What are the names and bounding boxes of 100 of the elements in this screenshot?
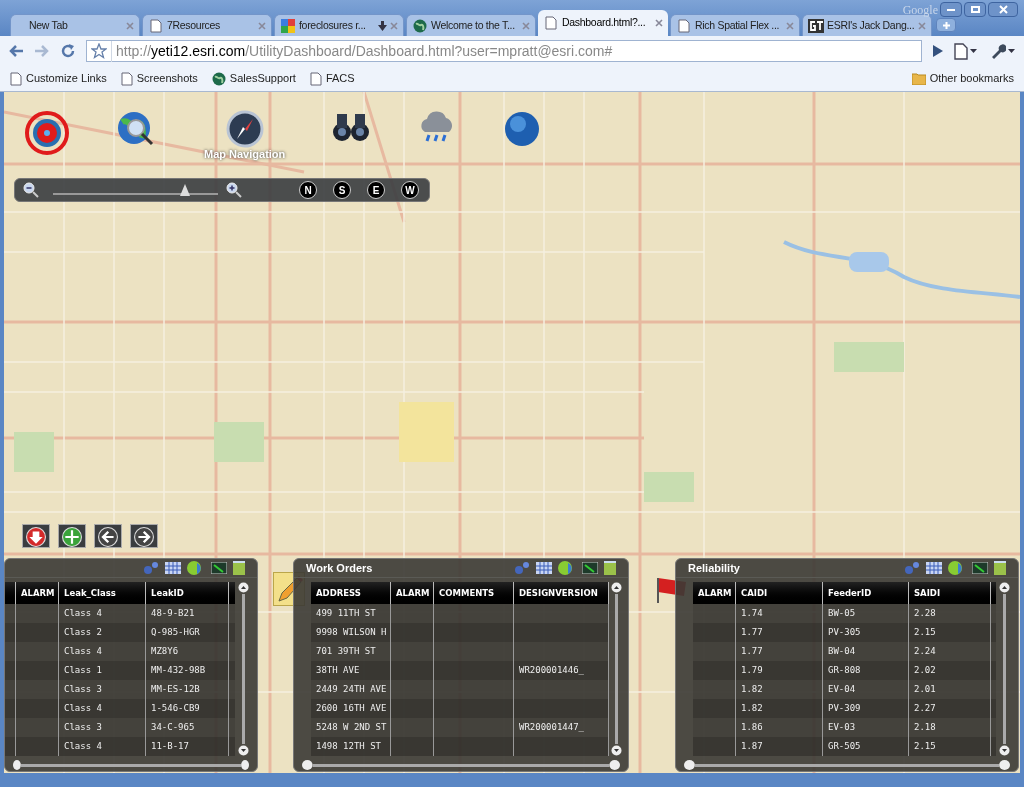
bookmark-star-icon[interactable] (91, 43, 107, 59)
link-icon[interactable] (904, 561, 920, 575)
table-cell-text: Q-985-HGR (151, 625, 200, 639)
zoom-slider-thumb[interactable] (180, 184, 190, 196)
page-icon (120, 71, 133, 86)
bookmark-link[interactable]: FACS (309, 70, 355, 87)
table-cell-text: WR200001447_ (519, 720, 585, 734)
table-cell-text: GR-505 (828, 739, 861, 753)
tool-label: Map Navigation (204, 147, 286, 162)
close-button[interactable] (988, 2, 1018, 17)
page-icon (10, 71, 22, 86)
clipboard-icon[interactable] (233, 561, 245, 575)
new-tab-button[interactable] (936, 18, 956, 32)
table-cell-text: 2.27 (914, 701, 936, 715)
compass-icon[interactable] (225, 110, 264, 148)
vertical-scrollbar[interactable] (611, 582, 622, 756)
close-tab-icon[interactable] (655, 19, 663, 27)
zoom-out-icon[interactable] (23, 182, 39, 198)
minimize-button[interactable] (940, 2, 962, 17)
table-icon[interactable] (926, 562, 942, 574)
globe-icon (412, 18, 428, 33)
column-header[interactable]: ADDRESS (316, 586, 361, 600)
table-cell-text: PV-309 (828, 701, 861, 715)
bookmark-link[interactable]: SalesSupport (211, 70, 296, 87)
panel-title: Reliability (688, 560, 740, 576)
squares-icon (280, 18, 296, 33)
column-header[interactable]: ALARM (698, 586, 732, 600)
go-button[interactable] (932, 44, 944, 58)
clipboard-icon[interactable] (994, 561, 1006, 575)
pan-direction-button[interactable]: S (333, 181, 351, 199)
table-icon[interactable] (536, 562, 552, 574)
table-cell-text: 5248 W 2ND ST (316, 720, 387, 734)
zoom-slider[interactable] (53, 183, 218, 197)
pan-direction-button[interactable]: N (299, 181, 317, 199)
pan-direction-button[interactable]: E (367, 181, 385, 199)
column-header[interactable]: DESIGNVERSION (519, 586, 598, 600)
browser-tab[interactable]: Dashboard.html?... (538, 10, 668, 36)
horizontal-scrollbar[interactable] (684, 759, 1010, 771)
table-cell-text: 2449 24TH AVE (316, 682, 387, 696)
browser-tab[interactable]: New Tab (10, 14, 140, 36)
column-header[interactable]: CAIDI (741, 586, 768, 600)
lake-area (849, 252, 889, 272)
chart-icon[interactable] (211, 562, 227, 574)
column-header[interactable]: FeederID (828, 586, 872, 600)
table-cell-text: Class 3 (64, 720, 102, 734)
horizontal-scrollbar[interactable] (302, 759, 620, 771)
table-cell-text: 2.28 (914, 606, 936, 620)
column-header[interactable]: COMMENTS (439, 586, 495, 600)
table-cell-text: 2600 16TH AVE (316, 701, 387, 715)
zoom-in-icon[interactable] (226, 182, 242, 198)
down-arrow-button[interactable] (22, 524, 50, 548)
table-cell-text: Class 4 (64, 606, 102, 620)
table-cell-text: 2.24 (914, 644, 936, 658)
table-cell-text: 2.18 (914, 720, 936, 734)
table-cell-text: 1.86 (741, 720, 763, 734)
page-menu-button[interactable] (954, 42, 980, 60)
link-icon[interactable] (514, 561, 530, 575)
table-cell-text: 2.01 (914, 682, 936, 696)
table-cell-text: Class 2 (64, 625, 102, 639)
bookmark-link[interactable]: Customize Links (10, 70, 107, 87)
table-icon[interactable] (165, 562, 181, 574)
back-button[interactable] (8, 43, 24, 59)
column-header[interactable]: ALARM (396, 586, 430, 600)
browser-tab[interactable]: Rich Spatial Flex ... (670, 14, 800, 36)
chart-icon[interactable] (972, 562, 988, 574)
table-cell-text: Class 4 (64, 701, 102, 715)
back-arrow-button[interactable] (94, 524, 122, 548)
forward-arrow-button[interactable] (130, 524, 158, 548)
chart-icon[interactable] (582, 562, 598, 574)
table-cell-text: WR200001446_ (519, 663, 585, 677)
browser-tab[interactable]: Welcome to the T... (406, 14, 536, 36)
table-cell-text: 1.77 (741, 644, 763, 658)
page-icon (309, 71, 322, 86)
target-icon[interactable] (24, 110, 70, 156)
vertical-scrollbar[interactable] (237, 582, 249, 756)
maximize-button[interactable] (964, 2, 986, 17)
other-bookmarks-link[interactable]: Other bookmarks (911, 70, 1014, 87)
column-header[interactable]: SAIDI (914, 586, 941, 600)
wrench-menu-button[interactable] (990, 42, 1016, 60)
caret-icon (1008, 49, 1015, 53)
page-icon (676, 18, 692, 33)
globe-icon[interactable] (503, 110, 542, 148)
column-header[interactable]: Leak_Class (64, 586, 116, 600)
link-icon[interactable] (143, 561, 159, 575)
browser-tab[interactable]: foreclosures r... (274, 14, 404, 36)
table-cell-text: 1498 12TH ST (316, 739, 382, 753)
pan-direction-button[interactable]: W (401, 181, 419, 199)
clipboard-icon[interactable] (604, 561, 616, 575)
table-cell-text: 2.02 (914, 663, 936, 677)
horizontal-scrollbar[interactable] (13, 759, 249, 771)
browser-tab[interactable]: 7Resources (142, 14, 272, 36)
table-cell-text: 48-9-B21 (151, 606, 195, 620)
vertical-scrollbar[interactable] (998, 582, 1010, 756)
table-cell-text: PV-305 (828, 625, 861, 639)
add-button[interactable] (58, 524, 86, 548)
reload-button[interactable] (60, 43, 76, 59)
column-header[interactable]: LeakID (151, 586, 184, 600)
bookmark-link[interactable]: Screenshots (120, 70, 198, 87)
table-cell-text: 1.74 (741, 606, 763, 620)
column-header[interactable]: ALARM (21, 586, 55, 600)
